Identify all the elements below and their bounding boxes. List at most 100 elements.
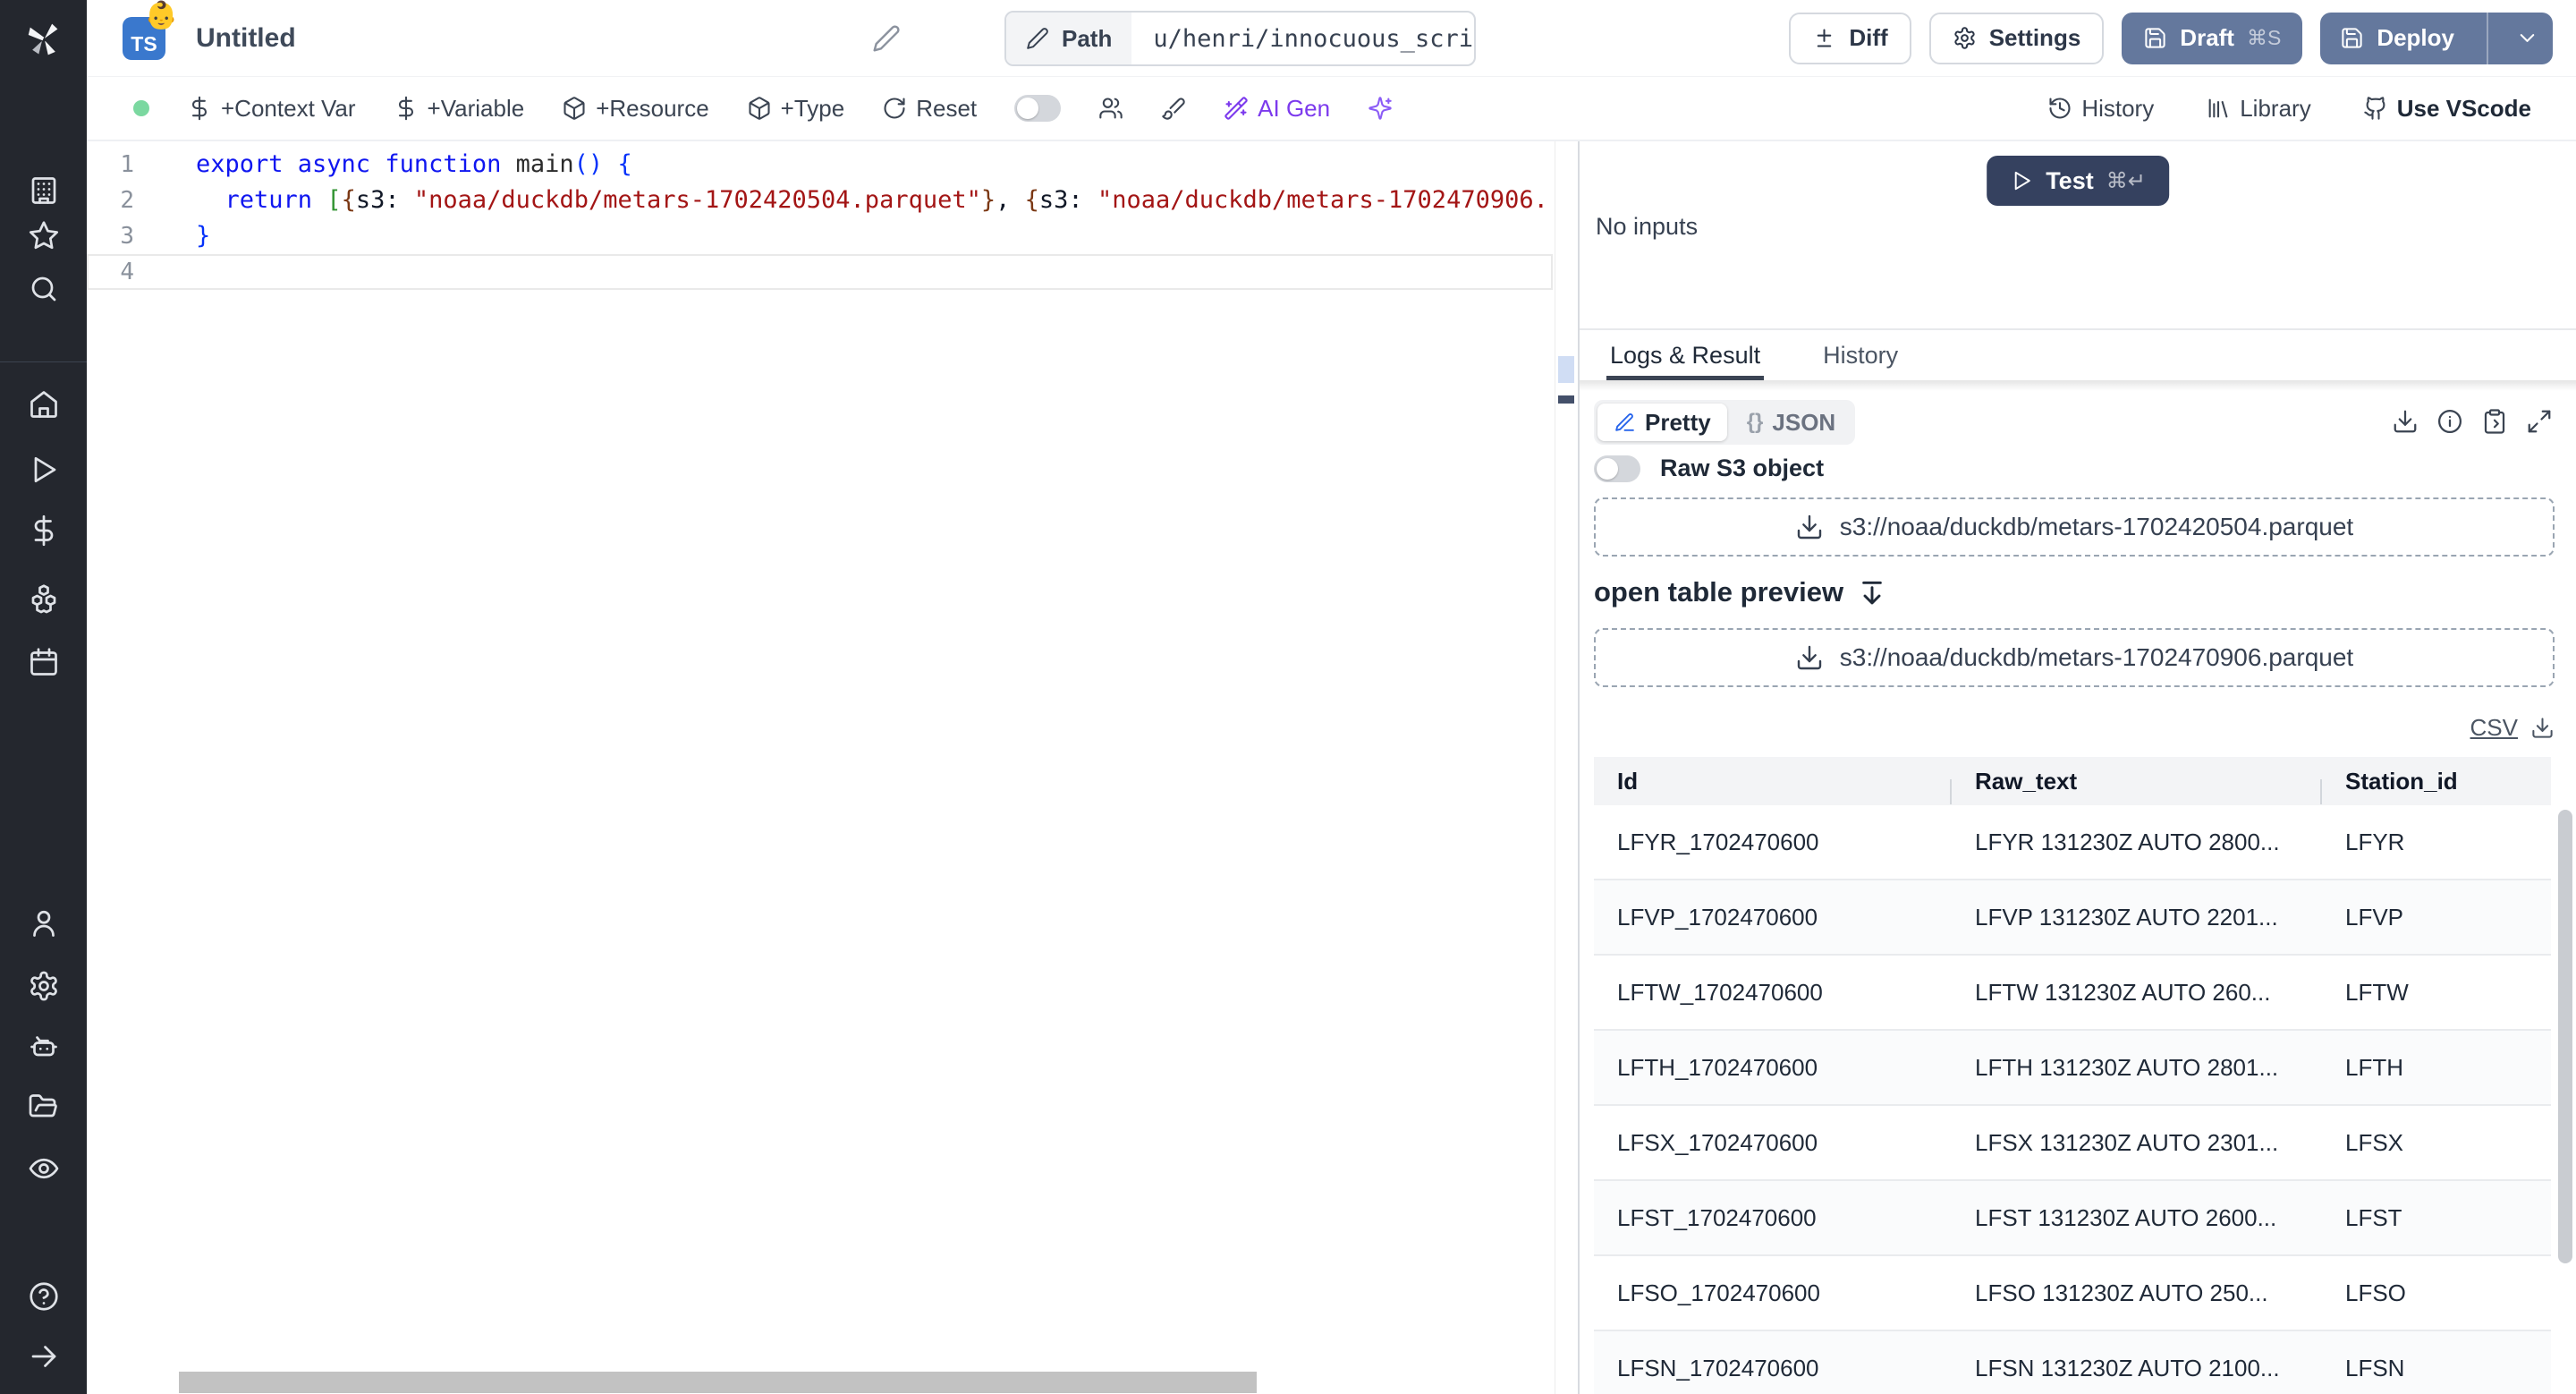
multiplayer-users-icon[interactable] bbox=[1098, 96, 1123, 121]
draft-button[interactable]: Draft ⌘S bbox=[2122, 12, 2303, 64]
table-row[interactable]: LFSO_1702470600 LFSO 131230Z AUTO 250... L… bbox=[1594, 1256, 2551, 1331]
table-cell: LFTH_1702470600 bbox=[1617, 1053, 1818, 1081]
table-cell: LFTW bbox=[2345, 978, 2409, 1006]
code-line[interactable]: 2 return [{s3: "noaa/duckdb/metars-17024… bbox=[87, 183, 1553, 218]
code-line[interactable]: 4 bbox=[87, 254, 1553, 290]
library-icon bbox=[2208, 98, 2228, 118]
table-cell: LFVP bbox=[2345, 903, 2404, 931]
test-button-label: Test bbox=[2046, 166, 2094, 194]
column-header[interactable]: Raw_text bbox=[1952, 768, 2322, 804]
sparkles-icon[interactable] bbox=[1368, 96, 1393, 121]
workers-robot-icon[interactable] bbox=[28, 1031, 60, 1063]
settings-button[interactable]: Settings bbox=[1928, 12, 2105, 64]
diff-button[interactable]: Diff bbox=[1789, 12, 1911, 64]
raw-s3-row: Raw S3 object bbox=[1594, 455, 1824, 482]
add-resource-button[interactable]: +Resource bbox=[562, 95, 709, 123]
status-dot bbox=[133, 100, 149, 116]
deploy-dropdown[interactable] bbox=[2501, 13, 2553, 64]
tab-history[interactable]: History bbox=[1819, 330, 1902, 380]
download-icon[interactable] bbox=[2392, 408, 2419, 435]
add-context-var-button[interactable]: +Context Var bbox=[187, 95, 356, 123]
workspace-icon[interactable] bbox=[28, 174, 60, 207]
expand-icon[interactable] bbox=[2526, 408, 2553, 435]
audit-eye-icon[interactable] bbox=[28, 1152, 60, 1185]
horizontal-scrollbar[interactable] bbox=[179, 1372, 1257, 1393]
deploy-main[interactable]: Deploy bbox=[2320, 13, 2474, 64]
draft-shortcut: ⌘S bbox=[2246, 26, 2282, 49]
schedules-calendar-icon[interactable] bbox=[28, 646, 60, 678]
json-segment[interactable]: {} JSON bbox=[1731, 404, 1852, 441]
result-actions bbox=[2392, 408, 2553, 435]
open-table-preview-label: open table preview bbox=[1594, 576, 1844, 608]
package-icon bbox=[749, 97, 770, 120]
table-row[interactable]: LFYR_1702470600 LFYR 131230Z AUTO 2800...… bbox=[1594, 805, 2551, 880]
table-row[interactable]: LFSX_1702470600 LFSX 131230Z AUTO 2301...… bbox=[1594, 1106, 2551, 1181]
github-icon bbox=[2363, 97, 2385, 120]
windmill-logo-icon[interactable] bbox=[24, 20, 64, 64]
edit-summary-pencil-icon[interactable] bbox=[872, 24, 901, 53]
folders-icon[interactable] bbox=[28, 1092, 60, 1124]
column-header[interactable]: Station_id bbox=[2322, 768, 2551, 795]
resources-boxes-icon[interactable] bbox=[28, 582, 60, 615]
table-row[interactable]: LFSN_1702470600 LFSN 131230Z AUTO 2100...… bbox=[1594, 1331, 2551, 1394]
csv-link[interactable]: CSV bbox=[2470, 714, 2518, 742]
table-cell: LFTW_1702470600 bbox=[1617, 978, 1823, 1006]
s3-file-path: s3://noaa/duckdb/metars-1702470906.parqu… bbox=[1839, 643, 2354, 671]
table-cell: LFYR 131230Z AUTO 2800... bbox=[1975, 828, 2280, 855]
variables-dollar-icon[interactable] bbox=[28, 514, 60, 547]
code-editor[interactable]: 1 export async function main() {2 return … bbox=[87, 141, 1578, 1394]
panel-splitter[interactable] bbox=[1578, 141, 1580, 1394]
column-header[interactable]: Id bbox=[1594, 768, 1952, 804]
path-field[interactable]: Path u/henri/innocuous_script bbox=[1004, 11, 1476, 66]
app-sidebar bbox=[0, 0, 87, 1394]
settings-button-label: Settings bbox=[1988, 24, 2081, 51]
s3-file-download[interactable]: s3://noaa/duckdb/metars-1702470906.parqu… bbox=[1594, 628, 2555, 687]
render-mode-segment: Pretty {} JSON bbox=[1594, 400, 1856, 445]
table-row[interactable]: LFVP_1702470600 LFVP 131230Z AUTO 2201...… bbox=[1594, 880, 2551, 956]
no-inputs-text: No inputs bbox=[1596, 213, 1699, 240]
table-row[interactable]: LFTH_1702470600 LFTH 131230Z AUTO 2801...… bbox=[1594, 1031, 2551, 1106]
code-line[interactable]: 3} bbox=[87, 218, 1553, 254]
settings-gear-icon[interactable] bbox=[28, 970, 60, 1002]
reset-button[interactable]: Reset bbox=[882, 95, 977, 123]
code-line[interactable]: 1 export async function main() { bbox=[87, 147, 1553, 183]
test-button[interactable]: Test ⌘↵ bbox=[1987, 156, 2169, 206]
raw-s3-toggle[interactable] bbox=[1594, 455, 1640, 482]
help-icon[interactable] bbox=[28, 1280, 60, 1313]
multiplayer-toggle[interactable] bbox=[1014, 95, 1062, 122]
raw-s3-label: Raw S3 object bbox=[1660, 455, 1825, 481]
expand-sidebar-arrow-icon[interactable] bbox=[28, 1340, 60, 1373]
ai-gen-button[interactable]: AI Gen bbox=[1224, 95, 1330, 123]
library-button[interactable]: Library bbox=[2206, 95, 2311, 123]
download-icon[interactable] bbox=[2530, 716, 2555, 740]
copy-clipboard-icon[interactable] bbox=[2481, 408, 2508, 435]
vertical-scrollbar[interactable] bbox=[2558, 810, 2572, 1263]
line-number: 2 bbox=[120, 187, 134, 214]
code-lines: 1 export async function main() {2 return … bbox=[87, 147, 1553, 290]
table-cell: LFST_1702470600 bbox=[1617, 1203, 1817, 1231]
deploy-separator bbox=[2487, 12, 2488, 64]
add-variable-button[interactable]: +Variable bbox=[394, 95, 524, 123]
sidebar-divider bbox=[0, 361, 87, 362]
history-button[interactable]: History bbox=[2047, 95, 2154, 123]
table-row[interactable]: LFTW_1702470600 LFTW 131230Z AUTO 260... L… bbox=[1594, 956, 2551, 1031]
s3-file-download[interactable]: s3://noaa/duckdb/metars-1702420504.parqu… bbox=[1594, 497, 2555, 557]
pretty-segment[interactable]: Pretty bbox=[1597, 404, 1727, 441]
add-type-button[interactable]: +Type bbox=[747, 95, 844, 123]
history-label: History bbox=[2081, 94, 2155, 122]
user-icon[interactable] bbox=[28, 907, 60, 939]
home-icon[interactable] bbox=[28, 388, 60, 421]
path-value[interactable]: u/henri/innocuous_script bbox=[1131, 13, 1474, 64]
search-icon[interactable] bbox=[28, 273, 60, 305]
table-cell: LFTH bbox=[2345, 1053, 2403, 1081]
toolbar-right: History Library Use VScode bbox=[2047, 77, 2531, 140]
info-icon[interactable] bbox=[2436, 408, 2463, 435]
favorites-star-icon[interactable] bbox=[28, 219, 60, 251]
tab-logs-result[interactable]: Logs & Result bbox=[1606, 330, 1764, 380]
open-table-preview-link[interactable]: open table preview bbox=[1594, 569, 1886, 616]
format-brush-icon[interactable] bbox=[1161, 96, 1186, 121]
table-row[interactable]: LFST_1702470600 LFST 131230Z AUTO 2600...… bbox=[1594, 1181, 2551, 1256]
deploy-button[interactable]: Deploy bbox=[2320, 12, 2553, 64]
runs-play-icon[interactable] bbox=[28, 454, 60, 486]
use-vscode-button[interactable]: Use VScode bbox=[2363, 95, 2531, 123]
